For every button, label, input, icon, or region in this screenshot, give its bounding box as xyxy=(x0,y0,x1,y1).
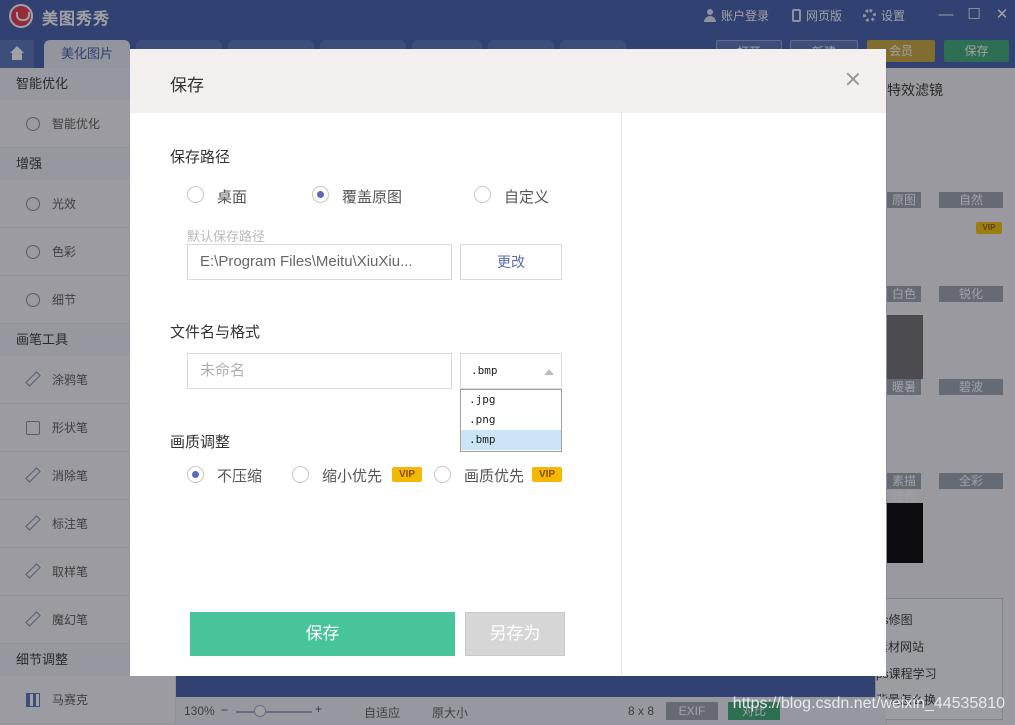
radio-no-compress[interactable] xyxy=(187,466,204,483)
save-dialog: 保存 保存路径 桌面 覆盖原图 自定义 默认保存路径 E:\Program Fi… xyxy=(130,49,886,676)
radio-quality-first-label: 画质优先 xyxy=(464,468,525,485)
default-path-hint: 默认保存路径 xyxy=(187,229,266,244)
save-button[interactable]: 保存 xyxy=(190,612,455,656)
radio-custom[interactable] xyxy=(474,186,491,203)
radio-overwrite-label: 覆盖原图 xyxy=(342,189,403,206)
format-option-jpg[interactable]: .jpg xyxy=(461,390,561,410)
file-name-label: 文件名与格式 xyxy=(170,324,261,341)
format-select[interactable]: .bmp xyxy=(460,353,562,389)
format-option-png[interactable]: .png xyxy=(461,410,561,430)
quality-label: 画质调整 xyxy=(170,434,231,451)
vip-badge: VIP xyxy=(392,467,422,482)
change-path-button[interactable]: 更改 xyxy=(460,244,562,280)
vip-badge: VIP xyxy=(532,467,562,482)
preview-divider xyxy=(621,113,622,676)
format-selected: .bmp xyxy=(471,364,498,377)
radio-size-first-label: 缩小优先 xyxy=(322,468,383,485)
radio-no-compress-label: 不压缩 xyxy=(217,468,263,485)
radio-custom-label: 自定义 xyxy=(504,189,550,206)
format-option-bmp[interactable]: .bmp xyxy=(461,430,561,450)
close-icon[interactable] xyxy=(845,71,861,87)
save-as-button[interactable]: 另存为 xyxy=(465,612,565,656)
dialog-header: 保存 xyxy=(130,49,886,113)
chevron-up-icon xyxy=(544,369,554,375)
radio-quality-first[interactable] xyxy=(434,466,451,483)
file-name-input[interactable]: 未命名 xyxy=(187,353,452,389)
dialog-title: 保存 xyxy=(170,76,204,95)
format-dropdown: .jpg .png .bmp xyxy=(460,389,562,452)
radio-desktop-label: 桌面 xyxy=(217,189,248,206)
watermark: https://blog.csdn.net/weixin_44535810 xyxy=(732,695,1005,712)
radio-size-first[interactable] xyxy=(292,466,309,483)
save-path-field[interactable]: E:\Program Files\Meitu\XiuXiu... xyxy=(187,244,452,280)
radio-overwrite[interactable] xyxy=(312,186,329,203)
save-path-label: 保存路径 xyxy=(170,149,231,166)
radio-desktop[interactable] xyxy=(187,186,204,203)
